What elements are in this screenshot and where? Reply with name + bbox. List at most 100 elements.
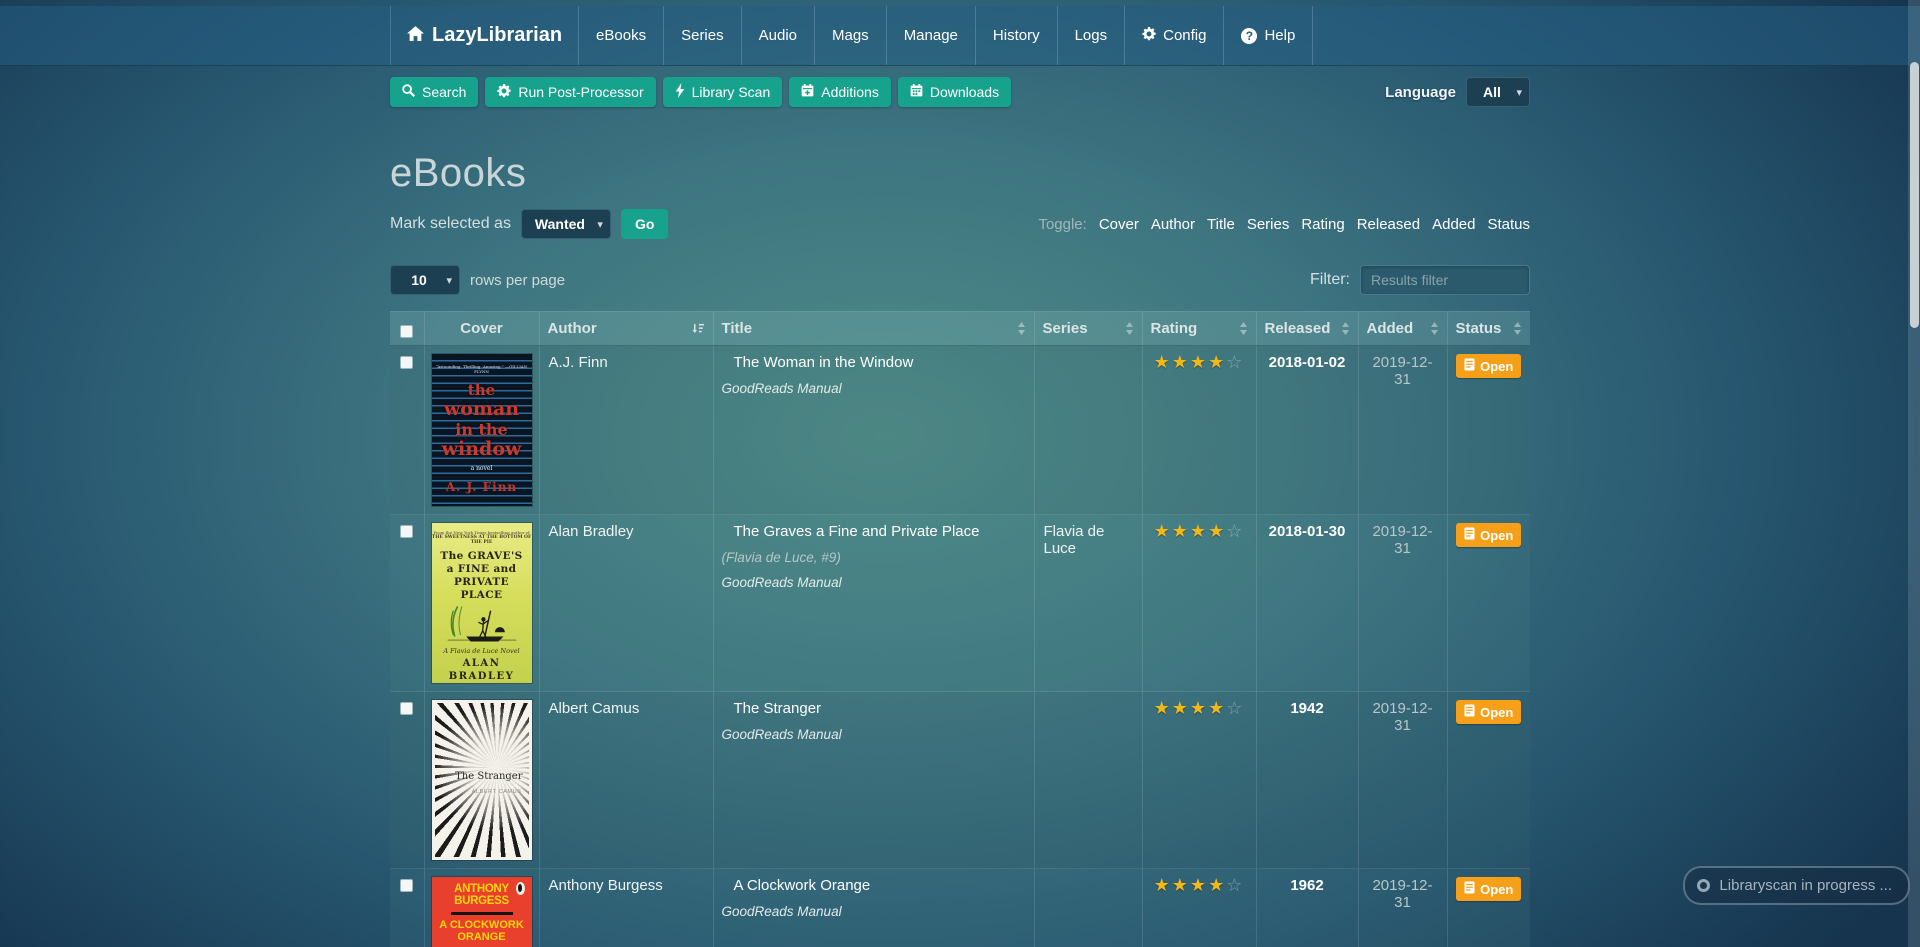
checkbox[interactable] — [400, 325, 414, 338]
library-scan-button[interactable]: Library Scan — [662, 77, 783, 107]
nav-item-history[interactable]: History — [976, 6, 1057, 65]
row-checkbox[interactable] — [400, 702, 414, 715]
brand-link[interactable]: LazyLibrarian — [390, 6, 580, 65]
star-icon: ☆ — [1226, 352, 1245, 373]
book-title-link[interactable]: A Clockwork Orange — [722, 877, 871, 894]
star-icon: ★ — [1171, 698, 1190, 719]
additions-button[interactable]: Additions — [789, 77, 891, 107]
column-header-status[interactable]: Status — [1446, 311, 1530, 346]
series-note: (Flavia de Luce, #9) — [721, 550, 841, 565]
toggle-link-rating[interactable]: Rating — [1301, 216, 1344, 233]
table-row: “Astounding. Thrilling. Amazing.” —GILLI… — [390, 345, 1530, 515]
library-scan-label: Library Scan — [691, 84, 771, 100]
toggle-label: Toggle: — [1038, 215, 1087, 233]
nav-item-series[interactable]: Series — [664, 6, 741, 65]
star-icon: ★ — [1153, 875, 1172, 896]
cover-author: ALAN BRADLEY — [448, 658, 515, 682]
nav-item-mags[interactable]: Mags — [815, 6, 886, 65]
scrollbar-thumb[interactable] — [1910, 62, 1919, 328]
rows-per-page-select[interactable]: 10 ▾ — [390, 265, 460, 295]
row-checkbox[interactable] — [400, 525, 414, 538]
table-header-row: Cover Author Title Series Rating Release… — [390, 311, 1530, 346]
column-label: Title — [721, 320, 753, 337]
toast-message: Libraryscan in progress ... — [1719, 877, 1892, 894]
brand-label: LazyLibrarian — [432, 24, 563, 46]
rating-stars: ★★★★☆ — [1151, 877, 1248, 895]
scrollbar-track[interactable] — [1908, 0, 1920, 947]
column-header-series[interactable]: Series — [1033, 311, 1142, 346]
mark-status-value: Wanted — [534, 216, 585, 232]
select-all-checkbox-header[interactable] — [390, 311, 424, 346]
boat-illustration — [447, 605, 516, 641]
book-icon — [1464, 704, 1475, 720]
cover-title: window — [441, 438, 522, 461]
cover-title: the — [467, 381, 496, 399]
nav-label: eBooks — [596, 27, 647, 44]
star-icon: ★ — [1189, 352, 1209, 373]
open-button[interactable]: Open — [1456, 700, 1522, 724]
mark-status-select[interactable]: Wanted ▾ — [520, 209, 611, 239]
open-button[interactable]: Open — [1456, 354, 1522, 378]
nav-label: Config — [1163, 27, 1207, 44]
search-button[interactable]: Search — [390, 77, 479, 107]
toggle-link-cover[interactable]: Cover — [1099, 216, 1139, 233]
open-button[interactable]: Open — [1456, 877, 1522, 901]
column-header-rating[interactable]: Rating — [1141, 311, 1256, 346]
toggle-link-series[interactable]: Series — [1247, 216, 1290, 233]
row-checkbox[interactable] — [400, 879, 414, 892]
nav-item-help[interactable]: ? Help — [1224, 6, 1312, 65]
released-cell: 1962 — [1255, 868, 1358, 947]
open-button[interactable]: Open — [1456, 523, 1522, 547]
star-icon: ☆ — [1226, 521, 1245, 542]
spinner-icon — [1697, 879, 1711, 892]
column-header-cover: Cover — [423, 311, 539, 346]
row-checkbox[interactable] — [400, 356, 414, 369]
toggle-link-released[interactable]: Released — [1357, 216, 1420, 233]
book-icon — [1464, 881, 1475, 897]
go-button[interactable]: Go — [620, 209, 669, 239]
toggle-link-status[interactable]: Status — [1487, 216, 1530, 233]
sort-icon — [1017, 322, 1025, 335]
run-post-processor-button[interactable]: Run Post-Processor — [485, 77, 656, 107]
column-label: Status — [1455, 320, 1502, 337]
column-header-released[interactable]: Released — [1255, 311, 1358, 346]
nav-label: Manage — [903, 27, 958, 44]
mark-selected-label: Mark selected as — [390, 215, 511, 232]
rating-stars: ★★★★☆ — [1151, 700, 1248, 718]
star-icon: ☆ — [1226, 875, 1245, 896]
downloads-label: Downloads — [929, 84, 1000, 100]
column-header-title[interactable]: Title — [712, 311, 1034, 346]
downloads-button[interactable]: Downloads — [897, 77, 1012, 107]
nav-item-logs[interactable]: Logs — [1058, 6, 1125, 65]
toggle-link-author[interactable]: Author — [1151, 216, 1195, 233]
book-cover[interactable]: ANTHONY BURGESS A CLOCKWORK ORANGE — [431, 877, 532, 947]
action-toolbar: Search Run Post-Processor Library Scan A… — [375, 77, 1545, 107]
nav-item-manage[interactable]: Manage — [887, 6, 975, 65]
column-header-author[interactable]: Author — [538, 311, 713, 346]
search-button-label: Search — [422, 84, 467, 100]
toggle-link-added[interactable]: Added — [1432, 216, 1475, 233]
open-button-label: Open — [1480, 527, 1514, 543]
nav-item-audio[interactable]: Audio — [742, 6, 814, 65]
book-cover[interactable]: The Stranger ALBERT CAMUS — [431, 700, 532, 860]
language-select[interactable]: All ▾ — [1466, 77, 1530, 107]
column-header-added[interactable]: Added — [1357, 311, 1447, 346]
book-cover[interactable]: From the New York Times bestselling auth… — [431, 523, 532, 683]
book-title-link[interactable]: The Stranger — [722, 700, 822, 717]
filter-input[interactable] — [1360, 265, 1530, 295]
language-label: Language — [1385, 83, 1456, 101]
nav-item-ebooks[interactable]: eBooks — [579, 6, 663, 65]
cover-title: The GRAVE'S — [440, 550, 523, 562]
book-cover[interactable]: “Astounding. Thrilling. Amazing.” —GILLI… — [431, 354, 532, 506]
nav-label: History — [992, 27, 1040, 44]
series-cell — [1033, 868, 1142, 947]
sort-icon — [1430, 322, 1438, 335]
toggle-link-title[interactable]: Title — [1207, 216, 1235, 233]
book-title-link[interactable]: The Graves a Fine and Private Place — [722, 523, 980, 540]
nav-item-config[interactable]: Config — [1125, 6, 1223, 65]
series-cell: Flavia de Luce — [1033, 514, 1142, 692]
book-title-link[interactable]: The Woman in the Window — [722, 354, 914, 371]
open-button-label: Open — [1480, 881, 1514, 897]
sort-icon — [1341, 322, 1349, 335]
star-icon: ★ — [1208, 352, 1227, 373]
